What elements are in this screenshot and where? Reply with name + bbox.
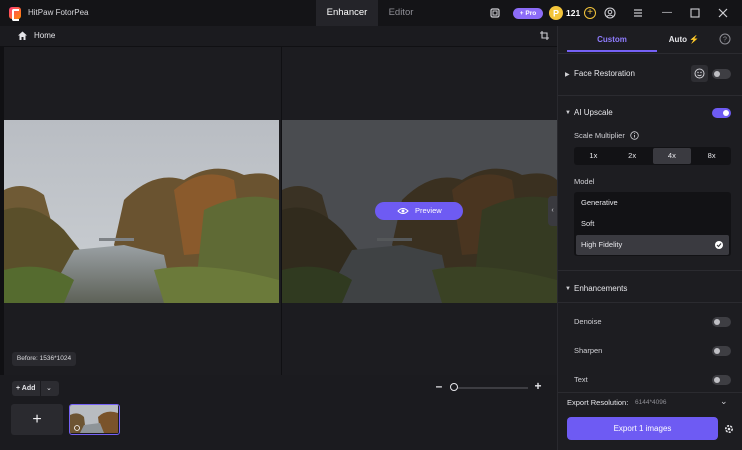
export-resolution-label: Export Resolution:	[567, 398, 629, 407]
breadcrumb-bar: Home	[0, 26, 557, 46]
add-coins-icon[interactable]: +	[584, 7, 596, 19]
checkmark-icon	[715, 241, 723, 249]
info-icon[interactable]	[630, 131, 639, 140]
account-icon[interactable]	[604, 7, 616, 19]
tab-auto-label: Auto	[668, 35, 687, 44]
app-logo-icon	[9, 7, 21, 21]
enhancements-title: Enhancements	[574, 284, 628, 293]
add-separator	[40, 381, 41, 396]
tab-custom[interactable]: Custom	[567, 30, 657, 50]
sharpen-toggle[interactable]	[712, 346, 731, 356]
export-resolution-value: 6144*4096	[635, 399, 667, 406]
model-label: Model	[574, 177, 595, 186]
ai-upscale-title: AI Upscale	[574, 108, 613, 117]
model-option-label: High Fidelity	[581, 240, 623, 249]
export-resolution-bar: Export Resolution: 6144*4096 ⌄	[558, 392, 742, 410]
face-restoration-toggle[interactable]	[712, 69, 731, 79]
collapse-caret-icon[interactable]: ▶	[565, 71, 570, 78]
tab-editor[interactable]: Editor	[378, 0, 424, 26]
denoise-label: Denoise	[574, 317, 602, 326]
add-button[interactable]: + Add ⌄	[12, 381, 59, 396]
denoise-toggle[interactable]	[712, 317, 731, 327]
model-option-high-fidelity[interactable]: High Fidelity	[576, 235, 729, 255]
home-icon[interactable]	[17, 30, 28, 41]
text-toggle[interactable]	[712, 375, 731, 385]
close-icon[interactable]	[717, 7, 729, 19]
scale-option-2x[interactable]: 2x	[613, 147, 652, 165]
face-settings-button[interactable]	[691, 65, 708, 82]
lightning-icon: ⚡	[689, 35, 700, 44]
panel-collapse-handle[interactable]: ‹	[548, 196, 557, 226]
scale-option-8x[interactable]: 8x	[692, 147, 731, 165]
app-name: HitPaw FotorPea	[28, 8, 89, 17]
scale-multiplier-label: Scale Multiplier	[574, 131, 625, 140]
zoom-in-button[interactable]: +	[533, 379, 543, 393]
image-thumbnail[interactable]	[69, 404, 120, 435]
help-icon[interactable]: ?	[719, 33, 731, 45]
text-label: Text	[574, 375, 588, 384]
maximize-icon[interactable]	[689, 7, 701, 19]
home-link[interactable]: Home	[34, 31, 55, 40]
add-label: + Add	[16, 385, 36, 392]
tab-custom-underline	[567, 50, 657, 52]
zoom-slider[interactable]	[453, 387, 528, 389]
zoom-slider-knob[interactable]	[450, 383, 458, 391]
coin-count: 121	[566, 8, 581, 18]
coin-icon: P	[549, 6, 563, 20]
tab-auto[interactable]: Auto ⚡	[660, 30, 708, 50]
gear-icon[interactable]	[723, 423, 735, 435]
smiley-icon	[694, 68, 705, 79]
title-bar: HitPaw FotorPea Enhancer Editor + Pro P …	[0, 0, 742, 26]
expand-caret-icon[interactable]: ▼	[565, 286, 571, 292]
svg-text:P: P	[553, 9, 559, 19]
before-resolution-label: Before: 1536*1024	[12, 352, 76, 366]
model-option-generative[interactable]: Generative	[574, 193, 731, 213]
model-list: Generative Soft High Fidelity	[574, 192, 731, 256]
face-restoration-title: Face Restoration	[574, 69, 635, 78]
eye-icon	[397, 208, 409, 214]
pro-badge[interactable]: + Pro	[513, 8, 543, 19]
ai-upscale-toggle[interactable]	[712, 108, 731, 118]
crop-icon[interactable]	[539, 30, 550, 41]
sharpen-label: Sharpen	[574, 346, 603, 355]
scale-option-1x[interactable]: 1x	[574, 147, 613, 165]
divider	[558, 302, 742, 303]
menu-icon[interactable]	[632, 7, 644, 19]
svg-text:?: ?	[723, 37, 727, 44]
tab-enhancer[interactable]: Enhancer	[316, 0, 378, 26]
add-image-tile[interactable]: +	[11, 404, 63, 435]
before-image	[4, 120, 279, 303]
minimize-icon[interactable]: —	[660, 6, 674, 20]
divider	[558, 95, 742, 96]
preview-button[interactable]: Preview	[375, 202, 463, 220]
export-button[interactable]: Export 1 images	[567, 417, 718, 440]
scale-multiplier-selector: 1x 2x 4x 8x	[574, 147, 731, 165]
preview-label: Preview	[415, 206, 442, 215]
divider	[558, 270, 742, 271]
history-icon[interactable]	[489, 7, 501, 19]
model-option-soft[interactable]: Soft	[574, 214, 731, 234]
add-dropdown-icon[interactable]: ⌄	[46, 381, 52, 396]
expand-chevron-icon[interactable]: ⌄	[720, 396, 728, 407]
divider	[558, 53, 742, 54]
zoom-out-button[interactable]: –	[434, 379, 444, 393]
scale-option-4x[interactable]: 4x	[652, 148, 692, 164]
expand-caret-icon[interactable]: ▼	[565, 110, 571, 116]
